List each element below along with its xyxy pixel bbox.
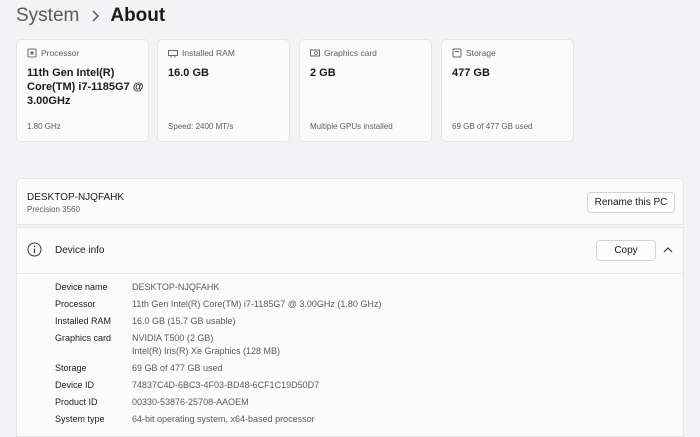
page-title: About [110,5,166,26]
spec-value: 74837C4D-6BC3-4F03-BD48-6CF1C19D50D7 [132,380,320,390]
card-subtext: Speed: 2400 MT/s [168,122,234,131]
storage-icon [452,48,462,58]
card-value: 477 GB [452,67,490,79]
card-value: 11th Gen Intel(R) Core(TM) i7-1185G7 @ 3… [27,67,144,107]
pc-model: Precision 3560 [27,205,80,214]
spec-label: Device ID [55,380,95,390]
device-info-title: Device info [55,245,105,256]
card-processor: Processor 11th Gen Intel(R) Core(TM) i7-… [16,39,149,142]
pc-name-panel: DESKTOP-NJQFAHK Precision 3560 Rename th… [16,178,684,225]
card-subtext: 69 GB of 477 GB used [452,122,533,131]
rename-pc-button[interactable]: Rename this PC [587,192,675,213]
chevron-right-icon [91,10,100,22]
spec-value: 64-bit operating system, x64-based proce… [132,414,315,424]
card-title: Processor [41,48,80,58]
spec-value: Intel(R) Iris(R) Xe Graphics (128 MB) [132,346,281,356]
breadcrumb-system[interactable]: System [16,5,79,27]
spec-label: Graphics card [55,333,112,343]
info-icon [27,242,42,257]
spec-value: NVIDIA T500 (2 GB) [132,333,214,343]
spec-value: 16.0 GB (15.7 GB usable) [132,316,236,326]
spec-value: 69 GB of 477 GB used [132,363,223,373]
card-storage: Storage 477 GB 69 GB of 477 GB used [441,39,574,142]
spec-value: 00330-53876-25708-AAOEM [132,397,249,407]
device-info-panel: Device info Copy Device name DESKTOP-NJQ… [16,227,684,437]
spec-label: Product ID [55,397,98,407]
pc-name: DESKTOP-NJQFAHK [27,192,125,203]
device-info-header[interactable]: Device info Copy [17,228,683,273]
spec-label: Installed RAM [55,316,112,326]
card-title: Graphics card [324,48,377,58]
spec-label: System type [55,414,105,424]
card-title: Storage [466,48,496,58]
graphics-card-icon [310,48,320,58]
card-value: 2 GB [310,67,336,79]
card-subtext: 1.80 GHz [27,122,61,131]
ram-icon [168,48,178,58]
spec-label: Storage [55,363,87,373]
copy-button[interactable]: Copy [596,240,656,261]
spec-value: 11th Gen Intel(R) Core(TM) i7-1185G7 @ 3… [132,299,382,309]
chevron-up-icon[interactable] [662,244,674,256]
card-subtext: Multiple GPUs installed [310,122,393,131]
spec-value: DESKTOP-NJQFAHK [132,282,220,292]
divider [17,273,683,274]
spec-label: Processor [55,299,96,309]
breadcrumb: System About [16,2,165,30]
card-installed-ram: Installed RAM 16.0 GB Speed: 2400 MT/s [157,39,290,142]
card-title: Installed RAM [182,48,235,58]
spec-label: Device name [55,282,108,292]
processor-icon [27,48,37,58]
card-value: 16.0 GB [168,67,209,79]
card-graphics: Graphics card 2 GB Multiple GPUs install… [299,39,432,142]
